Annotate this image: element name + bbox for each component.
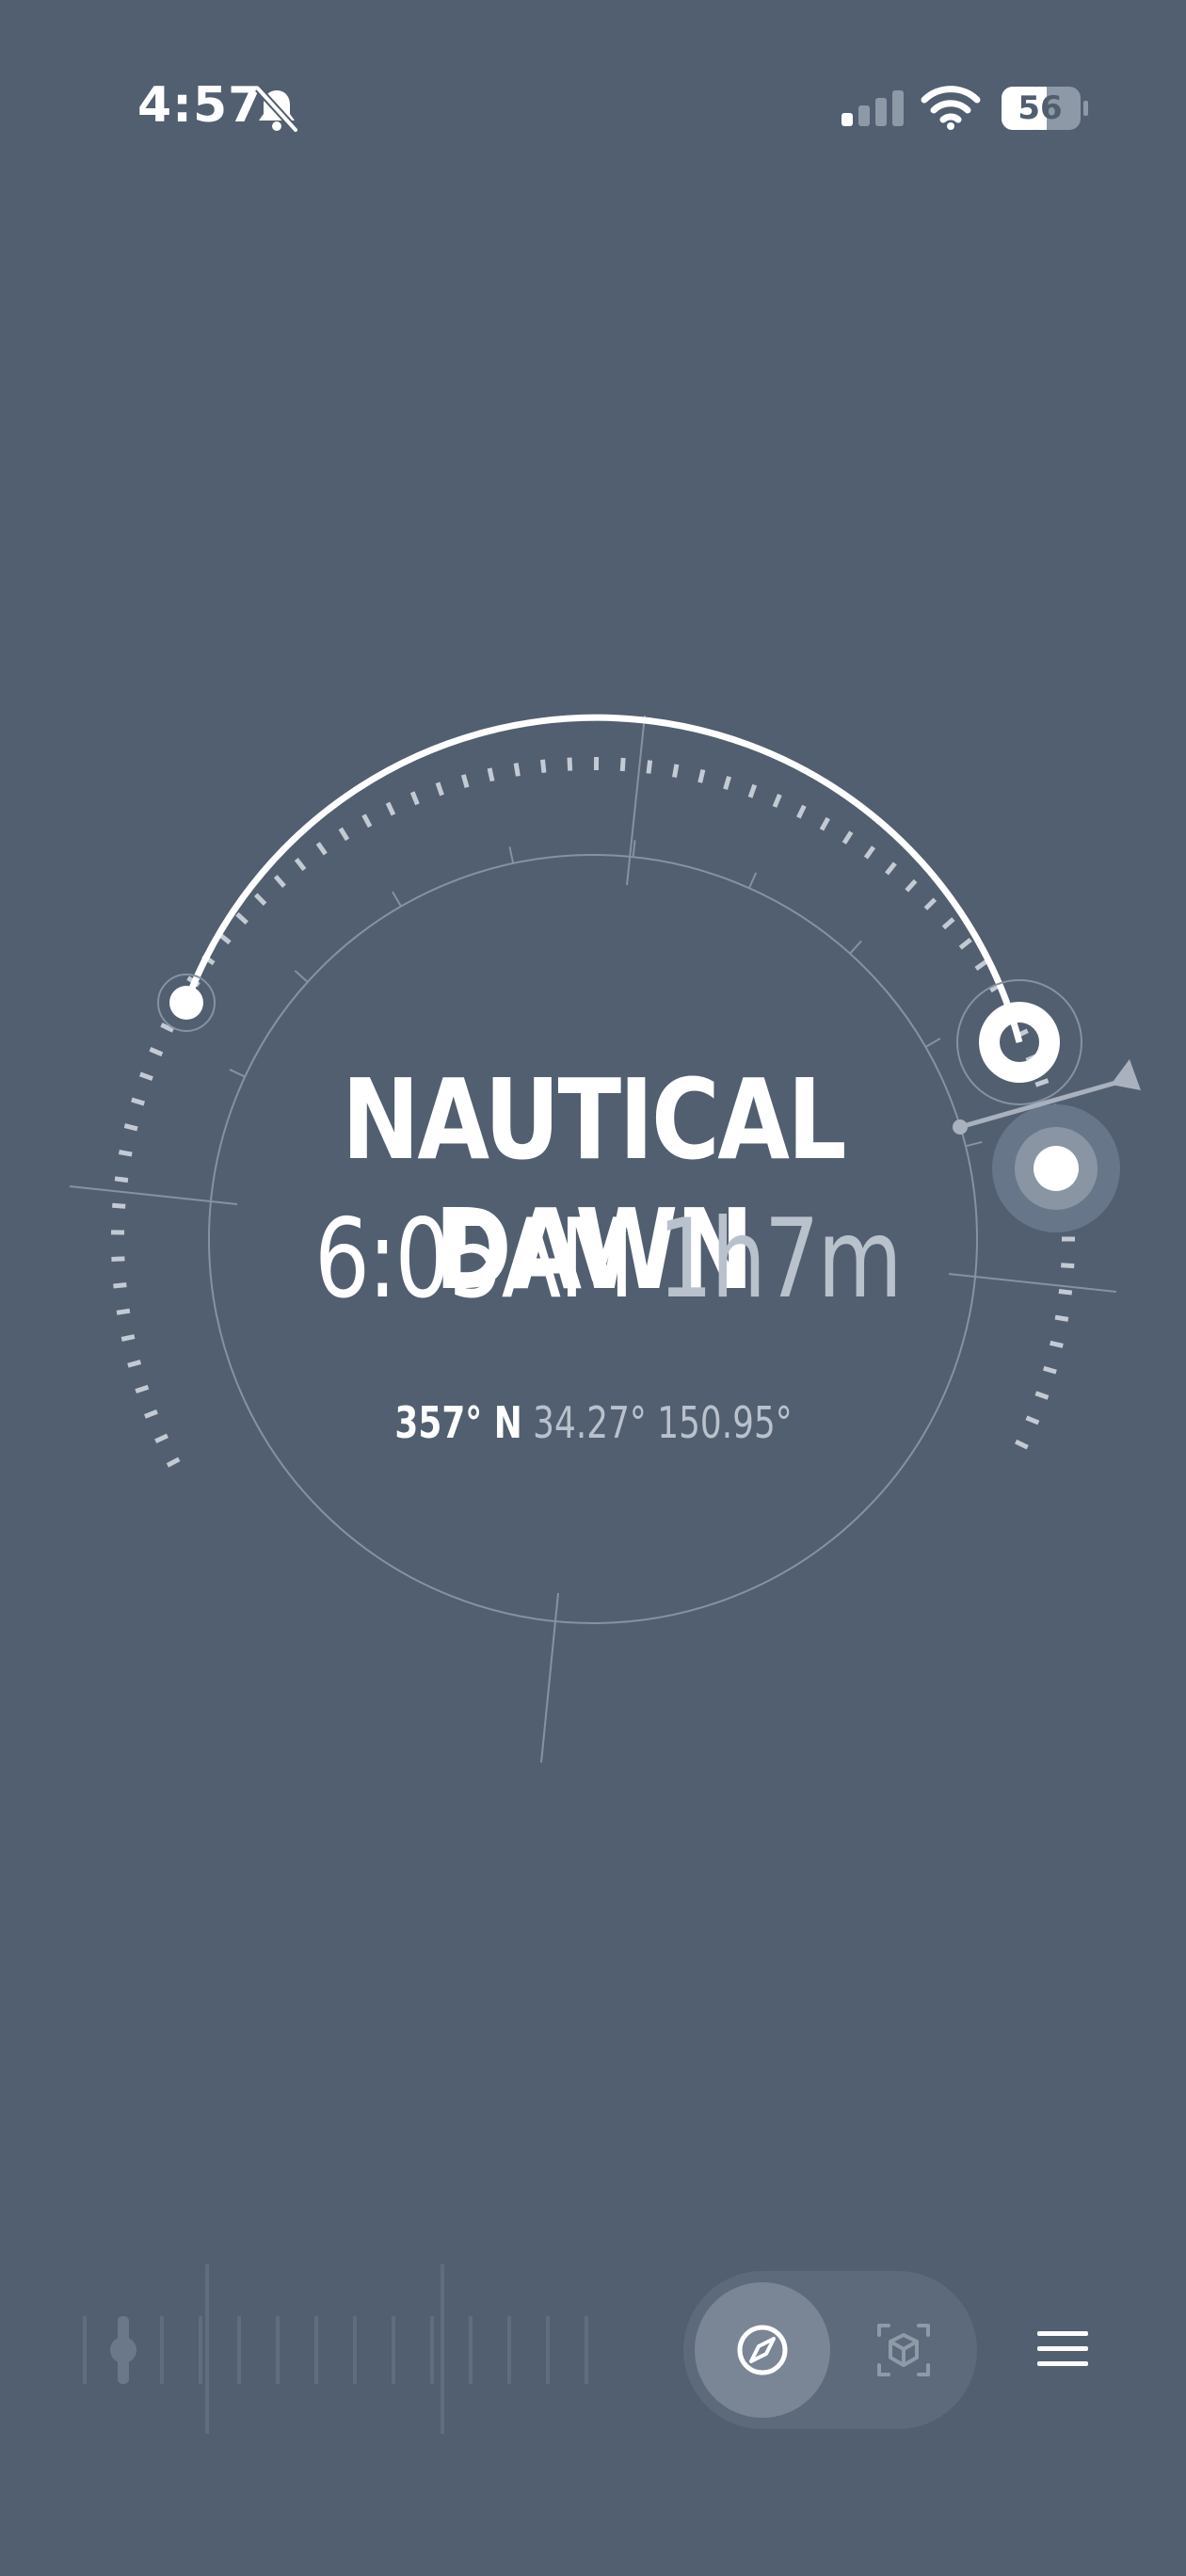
dial-dash xyxy=(114,1176,129,1183)
location-readout: 357° N 34.27° 150.95° xyxy=(394,1397,793,1448)
dial-dash xyxy=(113,1282,127,1289)
scrubber-ticks xyxy=(83,2264,588,2434)
dial-dash xyxy=(646,760,653,774)
dial-minor-tick xyxy=(924,1038,941,1048)
dial-dash xyxy=(435,781,444,797)
dial-minor-tick xyxy=(748,872,758,889)
heading-pointer-arrow xyxy=(1111,1059,1141,1090)
compass-mode-button[interactable] xyxy=(695,2282,830,2418)
dial-dash xyxy=(144,1409,158,1419)
dial-dash xyxy=(273,875,286,888)
dial-dash xyxy=(619,757,626,772)
dial-dash xyxy=(747,783,758,798)
dial-dash xyxy=(1034,1391,1050,1400)
dial-dash xyxy=(567,757,573,771)
ar-mode-button[interactable] xyxy=(836,2282,971,2418)
timeline-scrubber[interactable] xyxy=(75,2260,621,2439)
current-position-marker xyxy=(1034,1146,1079,1191)
dial-dash xyxy=(1054,1314,1069,1322)
dial-dash xyxy=(974,958,988,971)
dial-dash xyxy=(135,1384,150,1393)
dial-dash xyxy=(487,767,495,782)
dial-dash xyxy=(385,801,396,816)
north-line xyxy=(626,715,646,886)
dial-minor-tick xyxy=(508,846,515,864)
dial-dash xyxy=(154,1433,168,1444)
sun-path-arc xyxy=(183,714,1023,1043)
dial-dash xyxy=(772,794,782,808)
dial-dash xyxy=(315,842,328,856)
dial-dash xyxy=(338,827,350,842)
dial-dash xyxy=(112,1202,126,1209)
heading-pointer-base xyxy=(953,1119,968,1135)
dial-dash xyxy=(149,1047,164,1057)
dial-dash xyxy=(958,938,972,950)
sunrise-marker xyxy=(169,986,203,1020)
dial-dash xyxy=(697,768,706,783)
dial-minor-tick xyxy=(294,970,309,983)
dial-dash xyxy=(923,897,938,910)
dial-dash xyxy=(672,764,680,778)
dial-dash xyxy=(1043,1365,1057,1375)
dial-dash xyxy=(1034,1078,1050,1087)
dial-dash xyxy=(120,1334,136,1342)
dial-dash xyxy=(361,813,373,829)
dial-dash xyxy=(123,1123,138,1132)
dial-dash xyxy=(253,893,267,906)
dial-dash xyxy=(863,845,876,860)
dial-minor-tick xyxy=(392,891,402,908)
dial-dash xyxy=(294,857,307,872)
dial-minor-tick xyxy=(632,840,636,858)
dial-dash xyxy=(513,763,521,777)
latitude-value: 34.27° xyxy=(533,1397,647,1448)
dial-minor-tick xyxy=(965,1140,983,1148)
heading-value: 357° N xyxy=(394,1397,522,1448)
dial-dash xyxy=(235,911,248,926)
south-line xyxy=(540,1592,559,1763)
dial-dash xyxy=(127,1360,142,1368)
scrubber-knob xyxy=(110,2337,136,2363)
dial-minor-tick xyxy=(229,1069,246,1078)
dial-dash xyxy=(941,917,955,930)
dial-dash xyxy=(1025,1415,1040,1425)
dial-dash xyxy=(796,804,807,819)
longitude-value: 150.95° xyxy=(657,1397,793,1448)
dial-dash xyxy=(166,1457,181,1468)
dial-dash xyxy=(118,1150,133,1157)
time-remaining: 1h7m xyxy=(657,1196,903,1323)
ar-cube-icon xyxy=(877,2324,930,2376)
menu-button[interactable] xyxy=(1026,2316,1101,2382)
dial-dash xyxy=(116,1308,131,1315)
dial-dash xyxy=(139,1071,153,1082)
dial-dash xyxy=(1058,1289,1073,1296)
dial-dash xyxy=(841,830,854,845)
dial-dash xyxy=(1050,1340,1064,1348)
dial-dash xyxy=(1061,1263,1075,1269)
dial-dash xyxy=(723,776,731,790)
menu-icon xyxy=(1037,2331,1088,2366)
dial-dash xyxy=(1015,1439,1029,1450)
dial-dash xyxy=(460,774,470,789)
phase-time-line: 6:05AM 1h7m xyxy=(314,1196,903,1323)
dial-dash xyxy=(905,878,918,893)
dial-dash xyxy=(131,1097,145,1106)
dial-dash xyxy=(409,791,420,806)
phase-time: 6:05AM xyxy=(314,1196,634,1323)
dial-dash xyxy=(539,759,547,773)
dial-dash xyxy=(111,1256,125,1262)
dial-minor-tick xyxy=(849,940,862,955)
dial-dash xyxy=(819,816,830,831)
compass-icon xyxy=(737,2325,788,2375)
dial-dash xyxy=(885,861,897,876)
